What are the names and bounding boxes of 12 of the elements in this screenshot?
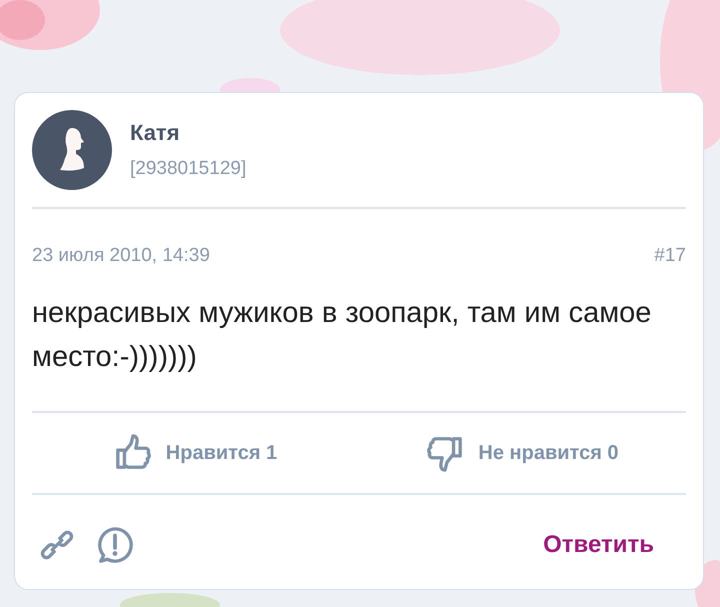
author-id: [2938015129] <box>130 158 246 180</box>
thumbs-down-icon <box>426 434 464 472</box>
post-number[interactable]: #17 <box>654 245 686 267</box>
comment-text: некрасивых мужиков в зоопарк, там им самое место:-))))))) <box>32 296 652 375</box>
dislike-button[interactable]: Не нравится 0 <box>359 434 686 472</box>
thumbs-up-icon <box>114 434 152 472</box>
like-button[interactable]: Нравится 1 <box>32 434 359 472</box>
author-name[interactable]: Катя <box>130 120 246 146</box>
avatar-icon <box>32 110 112 190</box>
post-date: 23 июля 2010, 14:39 <box>32 245 210 267</box>
reply-button[interactable]: Ответить <box>543 531 654 559</box>
report-icon[interactable] <box>96 526 134 564</box>
